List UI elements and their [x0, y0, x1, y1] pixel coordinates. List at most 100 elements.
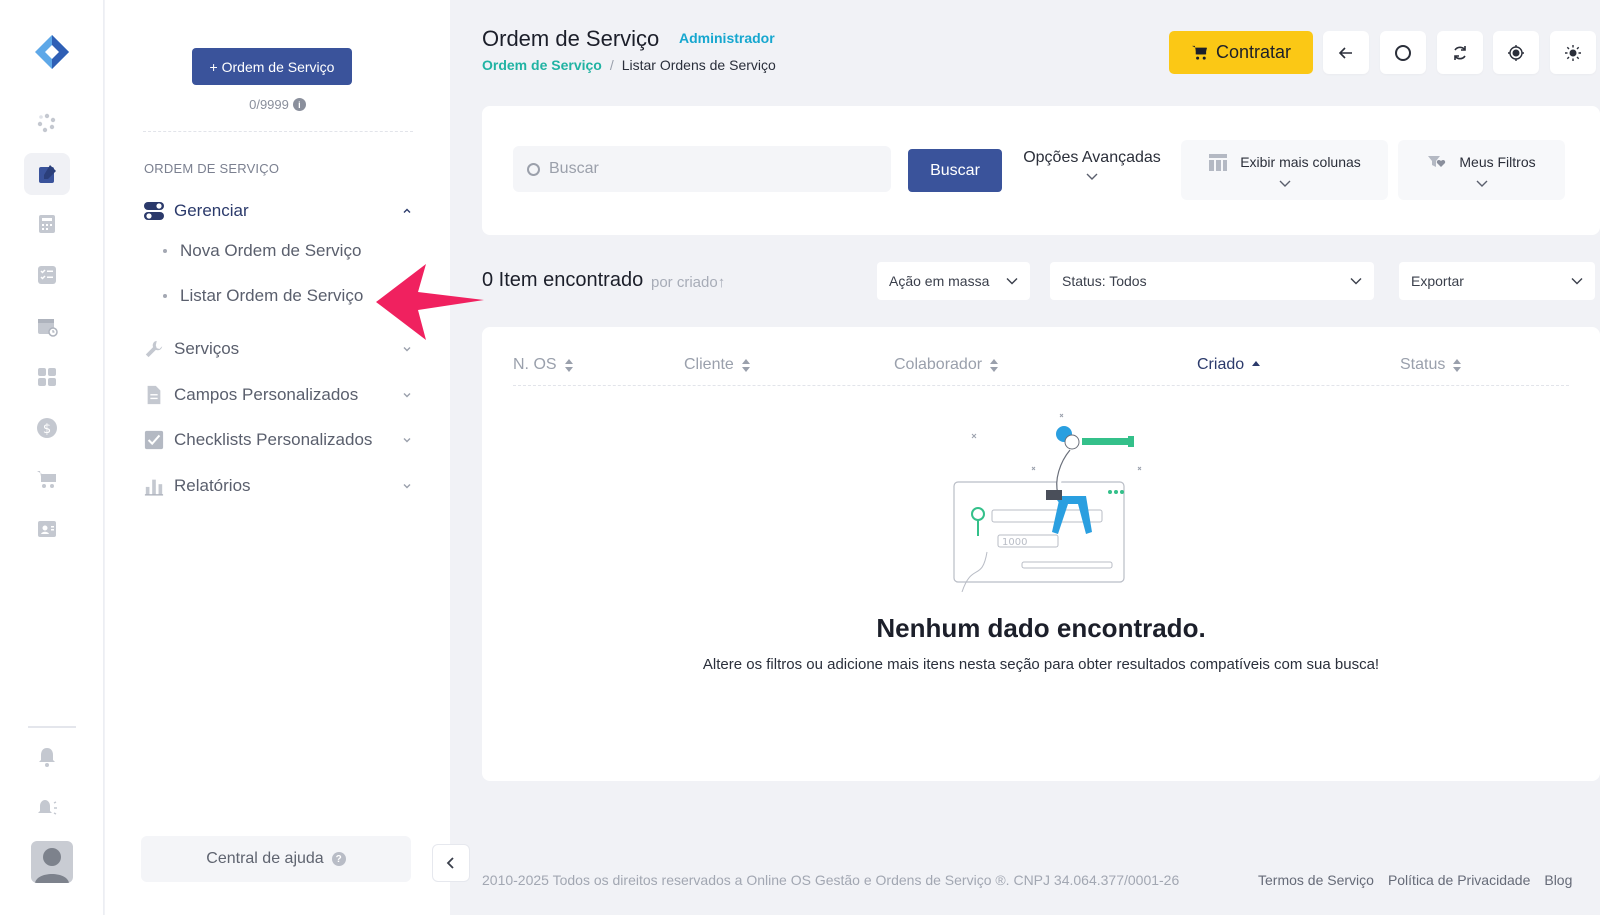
export-dropdown[interactable]: Exportar: [1399, 262, 1595, 300]
chevron-down-icon: [1086, 173, 1098, 180]
empty-state-message: Altere os filtros ou adicione mais itens…: [702, 656, 1380, 673]
sidebar-item-label: Gerenciar: [174, 201, 249, 220]
rail-cart-icon[interactable]: [24, 458, 70, 500]
wrench-icon: [143, 338, 165, 360]
rail-calendar-icon[interactable]: [24, 305, 70, 347]
sidebar-item-relatorios[interactable]: Relatórios: [143, 471, 413, 501]
show-more-columns-label: Exibir mais colunas: [1240, 154, 1361, 170]
footer-link-terms[interactable]: Termos de Serviço: [1258, 872, 1374, 888]
refresh-button[interactable]: [1437, 31, 1483, 74]
back-button[interactable]: [1323, 31, 1369, 74]
bullet-dot: [163, 294, 167, 298]
document-icon: [143, 384, 165, 406]
column-header-cliente[interactable]: Cliente: [684, 356, 750, 374]
breadcrumb: Ordem de Serviço / Listar Ordens de Serv…: [482, 57, 776, 73]
icon-rail: $: [0, 0, 104, 915]
app-logo[interactable]: [33, 33, 71, 71]
sort-ascending-icon: [1252, 360, 1261, 366]
global-search-button[interactable]: [1380, 31, 1426, 74]
column-header-label: N. OS: [513, 356, 557, 373]
alerts-bell-icon[interactable]: [24, 787, 70, 829]
sidebar-item-servicos[interactable]: Serviços: [143, 334, 413, 364]
sidebar-subitem-listar-os[interactable]: Listar Ordem de Serviço: [163, 286, 363, 306]
header-divider: [513, 385, 1569, 386]
module-sidebar: + Ordem de Serviço 0/9999 i ORDEM DE SER…: [105, 0, 450, 915]
notifications-bell-icon[interactable]: [24, 736, 70, 778]
sidebar-item-gerenciar[interactable]: Gerenciar: [143, 196, 413, 226]
sidebar-subitem-label: Listar Ordem de Serviço: [180, 286, 364, 305]
rail-dashboard-icon[interactable]: [24, 102, 70, 144]
buscar-button[interactable]: Buscar: [908, 149, 1002, 192]
chevron-down-icon: [1006, 278, 1018, 285]
new-service-order-button[interactable]: + Ordem de Serviço: [192, 48, 352, 85]
breadcrumb-current: Listar Ordens de Serviço: [621, 57, 776, 73]
chevron-down-icon: [1571, 278, 1583, 285]
chevron-down-icon: [403, 484, 411, 489]
page-title: Ordem de Serviço: [482, 26, 660, 51]
collapse-sidebar-button[interactable]: [432, 844, 470, 882]
column-header-colaborador[interactable]: Colaborador: [894, 356, 999, 374]
sidebar-subitem-nova-os[interactable]: Nova Ordem de Serviço: [163, 241, 361, 261]
column-header-criado[interactable]: Criado: [1197, 356, 1261, 374]
footer-links: Termos de Serviço Política de Privacidad…: [1258, 872, 1572, 888]
breadcrumb-link[interactable]: Ordem de Serviço: [482, 57, 602, 73]
rail-divider: [28, 726, 76, 728]
rail-contacts-icon[interactable]: [24, 508, 70, 550]
chevron-down-icon: [403, 347, 411, 352]
chevron-down-icon: [403, 438, 411, 443]
theme-toggle-button[interactable]: [1550, 31, 1596, 74]
quota-text: 0/9999: [249, 97, 289, 112]
checkbox-icon: [143, 429, 165, 451]
chevron-down-icon: [1279, 180, 1290, 187]
sidebar-item-label: Relatórios: [174, 476, 251, 495]
advanced-options-toggle[interactable]: Opções Avançadas: [1019, 149, 1165, 181]
status-filter-dropdown[interactable]: Status: Todos: [1050, 262, 1374, 300]
annotation-arrow-icon: [376, 264, 484, 340]
rail-service-order-icon[interactable]: [24, 153, 70, 195]
user-avatar[interactable]: [31, 841, 73, 883]
footer-link-blog[interactable]: Blog: [1544, 872, 1572, 888]
rail-apps-icon[interactable]: [24, 356, 70, 398]
column-header-label: Criado: [1197, 356, 1245, 373]
toggle-icon: [143, 200, 165, 222]
column-header-n-os[interactable]: N. OS: [513, 356, 573, 374]
sort-icon: [1453, 358, 1462, 372]
sort-icon: [564, 358, 573, 372]
footer-copyright: 2010-2025 Todos os direitos reservados a…: [482, 872, 1180, 888]
svg-text:1000: 1000: [1002, 537, 1027, 548]
sidebar-divider: [143, 131, 413, 132]
sort-icon: [990, 358, 999, 372]
empty-state-title: Nenhum dado encontrado.: [876, 613, 1206, 643]
column-header-status[interactable]: Status: [1400, 356, 1462, 374]
arrow-left-icon: [1338, 46, 1352, 59]
chevron-up-icon: [403, 208, 411, 213]
bulk-action-dropdown[interactable]: Ação em massa: [877, 262, 1030, 300]
search-placeholder: Buscar: [549, 160, 599, 177]
sort-hint[interactable]: por criado↑: [651, 274, 725, 291]
rail-calculator-icon[interactable]: [24, 203, 70, 245]
column-header-label: Cliente: [684, 356, 734, 373]
info-icon[interactable]: i: [292, 98, 306, 111]
bulk-action-label: Ação em massa: [889, 273, 990, 289]
contratar-button[interactable]: Contratar: [1169, 31, 1313, 74]
search-input[interactable]: Buscar: [513, 146, 891, 192]
footer-link-privacy[interactable]: Política de Privacidade: [1388, 872, 1530, 888]
show-more-columns-button[interactable]: Exibir mais colunas: [1181, 140, 1388, 200]
bullet-dot: [163, 249, 167, 253]
help-center-label: Central de ajuda: [206, 850, 324, 867]
search-icon: [527, 162, 540, 176]
help-center-button[interactable]: Central de ajuda ?: [141, 836, 411, 882]
filter-heart-icon: [1428, 156, 1446, 167]
export-label: Exportar: [1411, 273, 1464, 289]
advanced-options-label: Opções Avançadas: [1023, 149, 1161, 166]
sidebar-item-label: Checklists Personalizados: [174, 430, 373, 449]
rail-finance-icon[interactable]: $: [24, 407, 70, 449]
search-panel: Buscar Buscar Opções Avançadas Exibir ma…: [482, 106, 1600, 235]
sidebar-subitem-label: Nova Ordem de Serviço: [180, 241, 362, 260]
sidebar-item-campos[interactable]: Campos Personalizados: [143, 380, 413, 410]
chevron-down-icon: [1476, 180, 1487, 187]
my-filters-button[interactable]: Meus Filtros: [1398, 140, 1565, 200]
sidebar-item-checklists[interactable]: Checklists Personalizados: [143, 425, 413, 455]
focus-mode-button[interactable]: [1493, 31, 1539, 74]
rail-checklist-icon[interactable]: [24, 254, 70, 296]
